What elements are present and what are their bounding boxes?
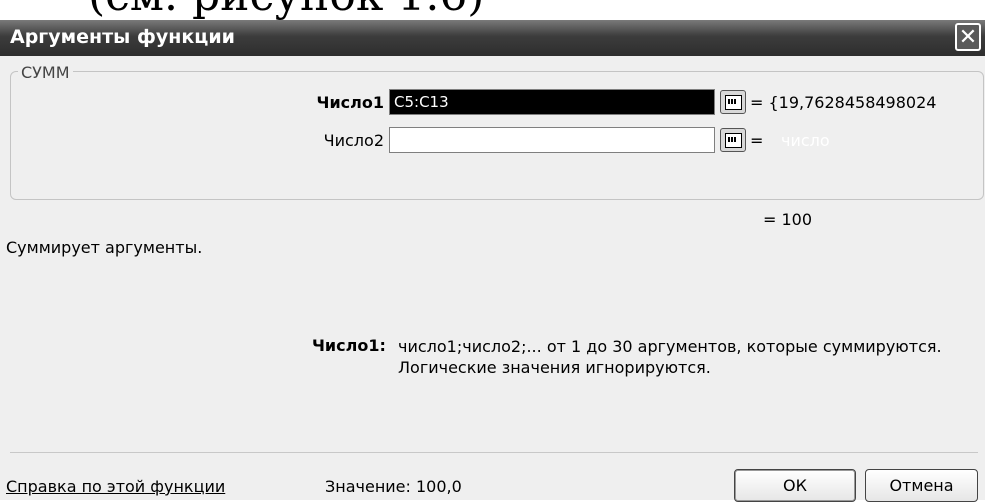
arg1-input[interactable]: C5:C13 — [389, 89, 715, 115]
arg2-collapse-button[interactable] — [720, 128, 746, 152]
function-help-link[interactable]: Справка по этой функции — [6, 477, 225, 496]
arg2-preview: = — [750, 131, 764, 150]
arg2-input[interactable] — [389, 127, 715, 153]
close-icon[interactable]: ✕ — [955, 23, 981, 51]
arg2-type-hint: число — [781, 131, 830, 150]
range-collapse-icon — [725, 95, 742, 110]
arg-help-label: Число1: — [312, 336, 386, 355]
function-arguments-dialog: Аргументы функции ✕ СУММ Число1 C5:C13 =… — [0, 20, 985, 502]
ok-button[interactable]: ОК — [734, 469, 856, 502]
arg-help-text: число1;число2;... от 1 до 30 аргументов,… — [398, 336, 978, 378]
arg1-collapse-button[interactable] — [720, 90, 746, 114]
function-description: Суммирует аргументы. — [6, 238, 203, 257]
dialog-title: Аргументы функции — [10, 26, 235, 48]
arg2-label: Число2 — [323, 131, 384, 150]
arg-help-line: Логические значения игнорируются. — [398, 358, 711, 377]
value-readout: Значение: 100,0 — [325, 477, 462, 496]
cancel-button[interactable]: Отмена — [865, 469, 978, 502]
arg-help-line: число1;число2;... от 1 до 30 аргументов,… — [398, 337, 942, 356]
page-caption-fragment: (см. рисунок 1.6) — [0, 0, 985, 21]
function-name: СУММ — [18, 63, 73, 82]
range-collapse-icon — [725, 133, 742, 148]
formula-result: = 100 — [763, 210, 813, 229]
footer-divider — [10, 452, 978, 453]
arg1-preview: = {19,7628458498024 — [750, 93, 937, 112]
title-bar: Аргументы функции ✕ — [0, 20, 985, 56]
arg1-label: Число1 — [316, 93, 384, 112]
